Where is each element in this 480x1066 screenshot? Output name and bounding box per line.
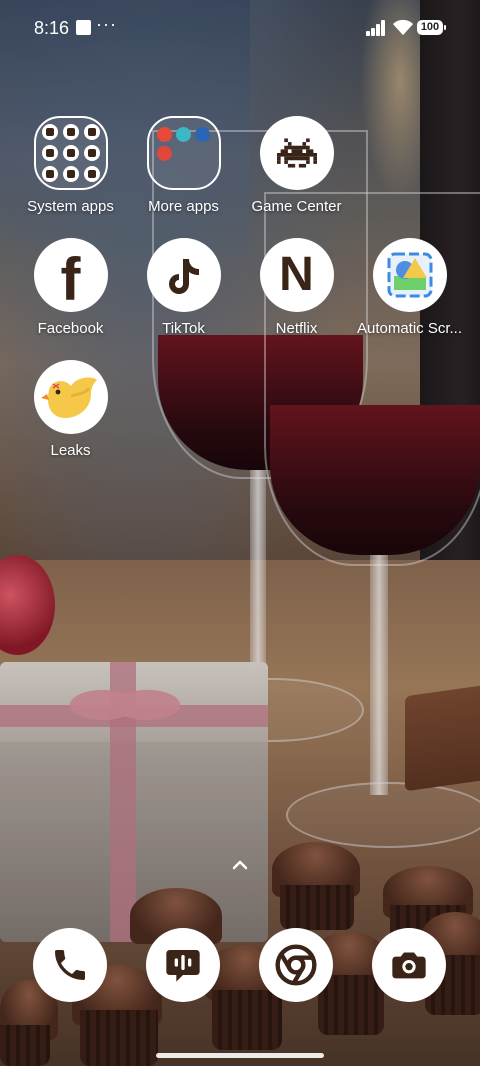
chrome-icon bbox=[275, 944, 317, 986]
app-system-apps[interactable]: System apps bbox=[14, 116, 127, 215]
chevron-up-icon[interactable] bbox=[230, 855, 250, 875]
app-game-center[interactable]: Game Center bbox=[240, 116, 353, 215]
dock-messages[interactable] bbox=[146, 928, 220, 1002]
app-leaks[interactable]: Leaks bbox=[14, 360, 127, 459]
app-label: System apps bbox=[27, 198, 114, 215]
messages-icon bbox=[166, 950, 200, 982]
netflix-icon: N bbox=[259, 238, 334, 312]
app-label: Netflix bbox=[275, 320, 318, 337]
wifi-icon bbox=[392, 19, 414, 36]
app-tiktok[interactable]: TikTok bbox=[127, 238, 240, 337]
app-label: Leaks bbox=[50, 442, 91, 459]
status-bar: 8:16 ··· 100 bbox=[0, 0, 480, 56]
app-automatic-scroll[interactable]: Automatic Scr... bbox=[353, 238, 466, 337]
home-indicator[interactable] bbox=[156, 1053, 324, 1058]
netflix-glyph: N bbox=[279, 248, 314, 301]
app-label: TikTok bbox=[162, 320, 205, 337]
battery-icon: 100 bbox=[417, 20, 446, 35]
app-netflix[interactable]: N Netflix bbox=[240, 238, 353, 337]
app-label: More apps bbox=[148, 198, 219, 215]
facebook-icon: f bbox=[33, 238, 108, 313]
tiktok-icon bbox=[146, 238, 221, 312]
app-label: Automatic Scr... bbox=[356, 320, 463, 337]
automatic-scroll-icon bbox=[372, 238, 447, 312]
app-facebook[interactable]: f Facebook bbox=[14, 238, 127, 337]
status-time: 8:16 bbox=[34, 18, 70, 38]
signal-icon bbox=[366, 20, 388, 36]
dock-chrome[interactable] bbox=[259, 928, 333, 1002]
camera-icon bbox=[392, 952, 426, 979]
dock bbox=[0, 928, 480, 1008]
app-label: Facebook bbox=[37, 320, 104, 337]
dock-phone[interactable] bbox=[33, 928, 107, 1002]
app-label: Game Center bbox=[251, 198, 342, 215]
system-apps-folder-icon bbox=[33, 116, 108, 190]
app-more-apps[interactable]: More apps bbox=[127, 116, 240, 215]
facebook-glyph: f bbox=[60, 246, 81, 313]
more-notifications-icon: ··· bbox=[96, 14, 117, 34]
game-center-icon bbox=[259, 116, 334, 190]
more-apps-folder-icon bbox=[146, 116, 221, 190]
leaks-icon bbox=[33, 360, 108, 434]
dock-camera[interactable] bbox=[372, 928, 446, 1002]
phone-icon bbox=[55, 950, 85, 980]
notification-icon bbox=[76, 20, 91, 35]
